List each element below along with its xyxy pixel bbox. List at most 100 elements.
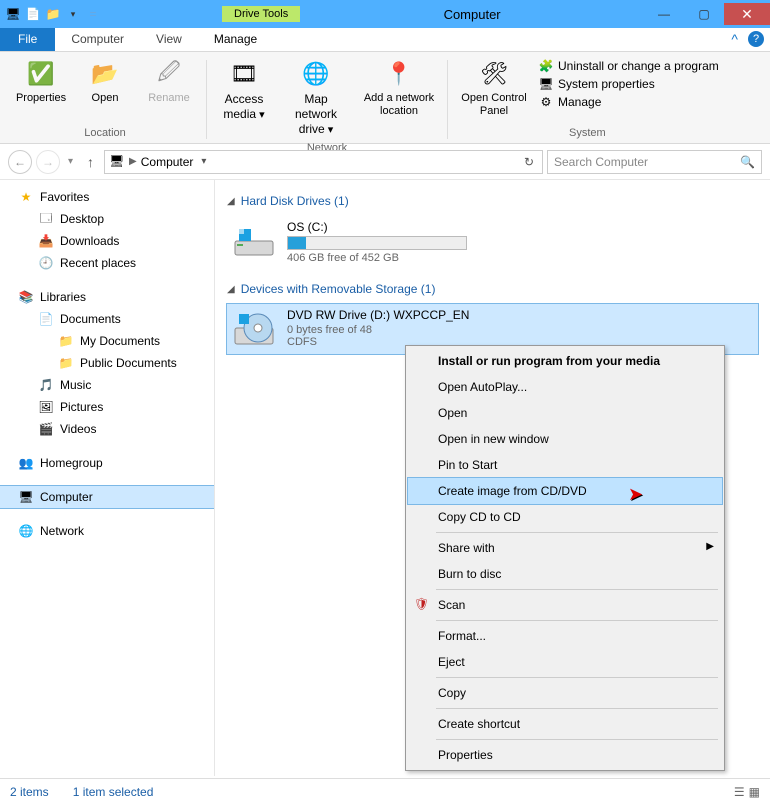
sidebar-music[interactable]: Music	[0, 374, 214, 396]
ctx-pin[interactable]: Pin to Start	[408, 452, 722, 478]
sidebar-homegroup[interactable]: Homegroup	[0, 452, 214, 474]
sidebar-public-documents[interactable]: Public Documents	[0, 352, 214, 374]
search-box[interactable]: Search Computer 🔍	[547, 150, 762, 174]
sidebar-desktop[interactable]: Desktop	[0, 208, 214, 230]
homegroup-icon	[18, 455, 34, 471]
access-media-button[interactable]: 🎞 Access media ▾	[215, 56, 273, 140]
sidebar-downloads[interactable]: Downloads	[0, 230, 214, 252]
maximize-button[interactable]: ▢	[684, 3, 724, 25]
ribbon-separator	[447, 60, 448, 139]
navigation-pane: Favorites Desktop Downloads Recent place…	[0, 180, 215, 776]
system-props-icon: 🖥	[538, 76, 554, 92]
history-dropdown[interactable]: ▾	[64, 156, 77, 167]
add-location-icon: 📍	[383, 58, 415, 90]
ctx-autoplay[interactable]: Open AutoPlay...	[408, 374, 722, 400]
refresh-button[interactable]: ↻	[520, 155, 538, 169]
ctx-share[interactable]: Share with▶	[408, 535, 722, 561]
view-tab[interactable]: View	[140, 28, 198, 51]
close-button[interactable]: ✕	[724, 3, 770, 25]
music-icon	[38, 377, 54, 393]
pictures-icon	[38, 399, 54, 415]
add-location-button[interactable]: 📍 Add a network location	[359, 56, 439, 140]
forward-button[interactable]: →	[36, 150, 60, 174]
qat-dropdown[interactable]: ▾	[64, 5, 82, 23]
manage-label: Manage	[558, 95, 601, 109]
properties-label: Properties	[16, 92, 66, 105]
qat-item[interactable]: 📁	[44, 5, 62, 23]
ctx-copy[interactable]: Copy	[408, 680, 722, 706]
sidebar-documents[interactable]: Documents	[0, 308, 214, 330]
breadcrumb-item[interactable]: Computer	[141, 155, 194, 169]
ctx-create-image[interactable]: Create image from CD/DVD	[408, 478, 722, 504]
sidebar-network[interactable]: Network	[0, 520, 214, 542]
sidebar-computer[interactable]: Computer	[0, 486, 214, 508]
address-dropdown[interactable]: ▾	[197, 156, 210, 167]
file-tab[interactable]: File	[0, 28, 55, 51]
open-label: Open	[92, 92, 119, 105]
collapse-icon: ◢	[227, 196, 235, 207]
sidebar-my-documents[interactable]: My Documents	[0, 330, 214, 352]
control-panel-icon: 🛠	[478, 58, 510, 90]
hdd-section-header[interactable]: ◢ Hard Disk Drives (1)	[227, 194, 758, 208]
ctx-eject[interactable]: Eject	[408, 649, 722, 675]
breadcrumb-separator[interactable]: ▶	[129, 156, 137, 167]
back-button[interactable]: ←	[8, 150, 32, 174]
details-view-icon[interactable]: ☰	[734, 785, 745, 799]
minimize-button[interactable]: —	[644, 3, 684, 25]
storage-bar	[287, 236, 467, 250]
up-button[interactable]: ↑	[81, 154, 100, 170]
ctx-shortcut[interactable]: Create shortcut	[408, 711, 722, 737]
media-icon: 🎞	[228, 58, 260, 90]
ctx-format[interactable]: Format...	[408, 623, 722, 649]
system-props-button[interactable]: 🖥 System properties	[538, 76, 719, 92]
properties-button[interactable]: ✅ Properties	[12, 56, 70, 125]
sidebar-videos[interactable]: Videos	[0, 418, 214, 440]
ctx-open[interactable]: Open	[408, 400, 722, 426]
sidebar-favorites[interactable]: Favorites	[0, 186, 214, 208]
ctx-install[interactable]: Install or run program from your media	[408, 348, 722, 374]
map-drive-button[interactable]: 🌐 Map network drive ▾	[279, 56, 353, 140]
star-icon	[18, 189, 34, 205]
ctx-separator	[436, 620, 718, 621]
ctx-separator	[436, 708, 718, 709]
collapse-ribbon-icon[interactable]: ^	[731, 31, 738, 47]
rename-label: Rename	[148, 92, 190, 105]
uninstall-button[interactable]: 🧩Uninstall or change a program	[538, 58, 719, 74]
collapse-icon: ◢	[227, 284, 235, 295]
sidebar-recent[interactable]: Recent places	[0, 252, 214, 274]
os-drive-item[interactable]: OS (C:) 406 GB free of 452 GB	[227, 216, 758, 268]
help-icon[interactable]: ?	[748, 31, 764, 47]
removable-section-header[interactable]: ◢ Devices with Removable Storage (1)	[227, 282, 758, 296]
navigation-bar: ← → ▾ ↑ ▶ Computer ▾ ↻ Search Computer 🔍	[0, 144, 770, 180]
system-icon: 🖥	[4, 5, 22, 23]
sidebar-libraries[interactable]: Libraries	[0, 286, 214, 308]
status-bar: 2 items 1 item selected ☰ ▦	[0, 778, 770, 804]
control-panel-button[interactable]: 🛠 Open Control Panel	[456, 56, 532, 125]
rename-button[interactable]: 🖉 Rename	[140, 56, 198, 125]
open-button[interactable]: 📂 Open	[76, 56, 134, 125]
ctx-scan[interactable]: Scan	[408, 592, 722, 618]
qat-sep: =	[84, 5, 102, 23]
manage-button[interactable]: ⚙ Manage	[538, 94, 719, 110]
large-icons-view-icon[interactable]: ▦	[749, 785, 760, 799]
ctx-burn[interactable]: Burn to disc	[408, 561, 722, 587]
manage-icon: ⚙	[538, 94, 554, 110]
qat-item[interactable]: 📄	[24, 5, 42, 23]
system-props-label: System properties	[558, 77, 655, 91]
downloads-icon	[38, 233, 54, 249]
computer-tab[interactable]: Computer	[55, 28, 140, 51]
ctx-properties[interactable]: Properties	[408, 742, 722, 768]
ctx-open-new[interactable]: Open in new window	[408, 426, 722, 452]
storage-fill	[288, 237, 306, 249]
uninstall-icon: 🧩	[538, 58, 554, 74]
ribbon: ✅ Properties 📂 Open 🖉 Rename Location 🎞 …	[0, 52, 770, 144]
folder-icon	[58, 355, 74, 371]
ctx-separator	[436, 589, 718, 590]
address-bar[interactable]: ▶ Computer ▾ ↻	[104, 150, 543, 174]
submenu-arrow-icon: ▶	[706, 541, 714, 552]
ctx-copy-cd[interactable]: Copy CD to CD	[408, 504, 722, 530]
ribbon-tabs: File Computer View Manage ^ ?	[0, 28, 770, 52]
manage-tab[interactable]: Manage	[198, 28, 273, 51]
sidebar-pictures[interactable]: Pictures	[0, 396, 214, 418]
contextual-tab-label: Drive Tools	[222, 6, 300, 22]
